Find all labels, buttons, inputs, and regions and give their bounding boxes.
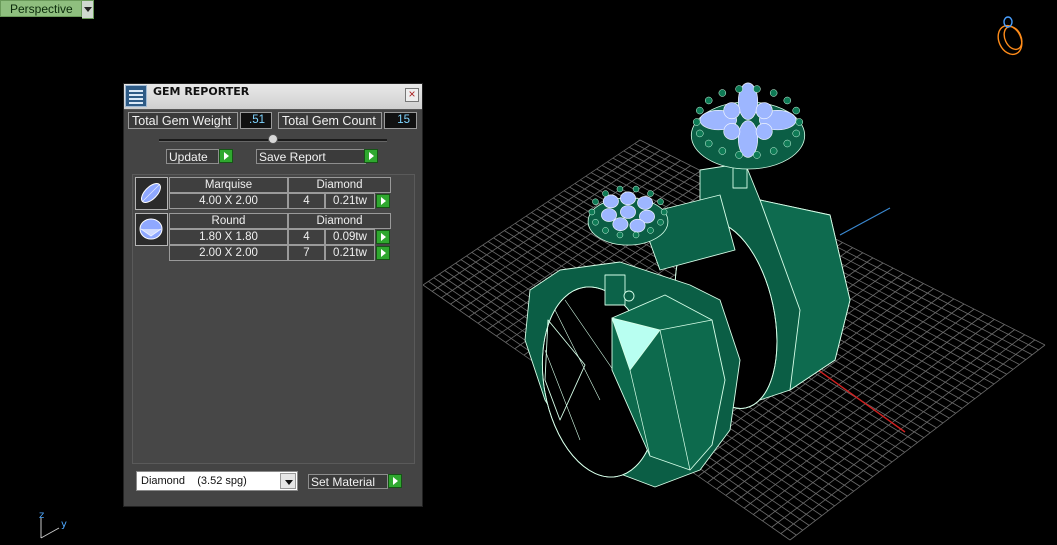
save-report-button[interactable]: Save Report bbox=[256, 149, 366, 164]
gem-stone bbox=[629, 218, 646, 233]
prong bbox=[657, 198, 664, 206]
prong bbox=[792, 106, 800, 115]
material-select[interactable]: Diamond (3.52 spg) bbox=[136, 471, 298, 491]
ring-front bbox=[524, 261, 741, 488]
marquise-gem-thumbnail bbox=[135, 177, 168, 210]
prong bbox=[783, 96, 792, 105]
material-select-value: Diamond (3.52 spg) bbox=[141, 475, 247, 487]
prong bbox=[704, 96, 713, 105]
total-gem-count-value: 15 bbox=[384, 112, 417, 129]
panel-title: GEM REPORTER bbox=[153, 85, 250, 98]
total-gem-weight-value: .51 bbox=[240, 112, 272, 129]
prong bbox=[632, 231, 640, 239]
prong bbox=[783, 139, 792, 148]
viewport-name[interactable]: Perspective bbox=[0, 0, 82, 17]
gem-weight-cell: 0.21tw bbox=[325, 193, 375, 209]
prong bbox=[602, 227, 609, 234]
gem-cluster-small bbox=[587, 185, 669, 246]
gem-stone bbox=[755, 122, 773, 140]
total-gem-weight-label: Total Gem Weight bbox=[128, 112, 238, 129]
gem-weight-cell: 0.09tw bbox=[325, 229, 375, 245]
select-gem-go-icon[interactable] bbox=[376, 246, 390, 260]
gem-size-cell: 4.00 X 2.00 bbox=[169, 193, 288, 209]
gem-stone bbox=[620, 191, 636, 206]
gem-stone bbox=[602, 194, 619, 209]
gem-shape-cell: Round bbox=[169, 213, 288, 229]
gem-shape-cell: Marquise bbox=[169, 177, 288, 193]
round-gem-thumbnail bbox=[135, 213, 168, 246]
prong bbox=[657, 218, 664, 226]
total-gem-count-label: Total Gem Count bbox=[278, 112, 382, 129]
prong bbox=[795, 118, 804, 126]
update-button[interactable]: Update bbox=[166, 149, 219, 164]
viewport-menu-dropdown-icon[interactable] bbox=[81, 0, 94, 19]
prong bbox=[769, 89, 778, 97]
gem-stone bbox=[755, 102, 773, 120]
gem-report-icon bbox=[125, 85, 147, 107]
set-material-go-icon[interactable] bbox=[388, 474, 402, 488]
prong bbox=[647, 190, 654, 197]
prong bbox=[769, 147, 778, 155]
gem-stone bbox=[601, 208, 617, 222]
prong bbox=[718, 89, 727, 97]
prong bbox=[696, 106, 704, 115]
axis-z-label: z bbox=[39, 510, 45, 521]
grid-line bbox=[789, 344, 1046, 541]
gem-cluster-large bbox=[690, 82, 806, 170]
select-gem-go-icon[interactable] bbox=[376, 194, 390, 208]
viewport-label[interactable]: Perspective bbox=[0, 0, 94, 19]
gem-stone bbox=[737, 120, 759, 158]
update-go-icon[interactable] bbox=[219, 149, 233, 163]
gem-weight-cell: 0.21tw bbox=[325, 245, 375, 261]
prong bbox=[718, 147, 727, 155]
select-gem-go-icon[interactable] bbox=[376, 230, 390, 244]
gem-stone bbox=[637, 196, 654, 210]
gem-count-cell: 4 bbox=[288, 229, 325, 245]
prong bbox=[592, 218, 599, 226]
gem-count-cell: 7 bbox=[288, 245, 325, 261]
chevron-down-icon[interactable] bbox=[280, 473, 296, 489]
prong bbox=[753, 151, 761, 159]
gem-stone bbox=[723, 102, 741, 120]
gem-size-cell: 2.00 X 2.00 bbox=[169, 245, 288, 261]
prong bbox=[692, 118, 701, 126]
axis-indicator: z y bbox=[33, 510, 73, 542]
gem-material-cell: Diamond bbox=[288, 177, 391, 193]
prong bbox=[588, 208, 596, 216]
gem-stone bbox=[723, 122, 741, 140]
prong bbox=[616, 231, 624, 239]
prong bbox=[660, 208, 668, 216]
prong bbox=[647, 227, 654, 234]
prong bbox=[696, 129, 704, 138]
close-icon[interactable]: × bbox=[405, 88, 419, 102]
save-report-go-icon[interactable] bbox=[364, 149, 378, 163]
prong bbox=[704, 139, 713, 148]
set-material-button[interactable]: Set Material bbox=[308, 474, 388, 489]
prong bbox=[735, 151, 743, 159]
prong bbox=[792, 129, 800, 138]
gem-count-cell: 4 bbox=[288, 193, 325, 209]
panel-slider-handle[interactable] bbox=[268, 134, 278, 144]
gem-size-cell: 1.80 X 1.80 bbox=[169, 229, 288, 245]
gem-list: Marquise Diamond 4.00 X 2.00 4 0.21tw Ro… bbox=[132, 174, 415, 464]
prong bbox=[632, 185, 640, 193]
orientation-gizmo-icon[interactable] bbox=[994, 16, 1027, 58]
axis-y-label: y bbox=[61, 519, 67, 530]
gem-material-cell: Diamond bbox=[288, 213, 391, 229]
gem-stone bbox=[612, 217, 629, 231]
panel-titlebar[interactable]: GEM REPORTER × bbox=[124, 84, 422, 110]
prong bbox=[616, 185, 624, 193]
prong bbox=[753, 85, 761, 93]
prong bbox=[602, 190, 609, 197]
prong bbox=[592, 198, 599, 206]
gem-stone bbox=[620, 205, 636, 219]
gem-reporter-panel: GEM REPORTER × Total Gem Weight .51 Tota… bbox=[123, 83, 423, 507]
prong bbox=[735, 85, 743, 93]
